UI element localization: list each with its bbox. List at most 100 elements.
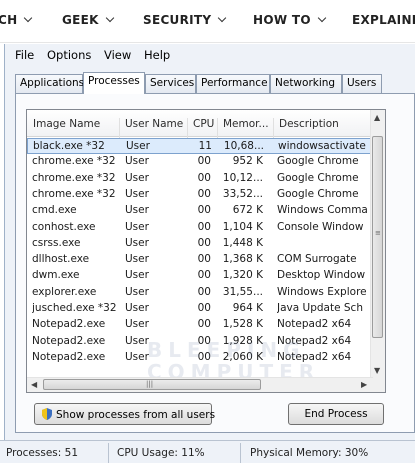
cell-memory: 1,104 K xyxy=(222,220,263,233)
cell-image-name: chrome.exe *32 xyxy=(32,155,116,168)
nav-item-geek[interactable]: GEEK xyxy=(62,13,114,27)
nav-label: HOW TO xyxy=(253,13,311,27)
col-image-name[interactable]: Image Name xyxy=(33,118,100,130)
cell-memory: 1,368 K xyxy=(222,253,263,266)
cell-cpu: 00 xyxy=(197,204,211,217)
table-row[interactable]: chrome.exe *32 User 00 952 K Google Chrome xyxy=(27,154,373,170)
horizontal-scrollbar[interactable]: ◀ ||| ▶ xyxy=(27,377,373,392)
cell-cpu: 00 xyxy=(197,187,211,200)
cell-user-name: User xyxy=(126,140,150,152)
cell-cpu: 00 xyxy=(197,155,211,168)
cell-user-name: User xyxy=(125,220,149,233)
col-memory[interactable]: Memor... xyxy=(223,118,269,130)
tab-performance[interactable]: Performance xyxy=(196,74,270,93)
menu-options[interactable]: Options xyxy=(47,48,91,62)
menu-view[interactable]: View xyxy=(104,48,131,62)
cell-description: Notepad2 x64 xyxy=(277,318,352,331)
scroll-up-icon[interactable]: ▲ xyxy=(374,113,380,122)
cell-image-name: black.exe *32 xyxy=(33,140,105,152)
cell-user-name: User xyxy=(125,285,149,298)
cell-description: Google Chrome xyxy=(277,187,359,200)
cell-image-name: conhost.exe xyxy=(32,220,96,233)
vertical-scrollbar[interactable]: ▲ ≡ ▼ xyxy=(370,110,385,378)
chevron-down-icon xyxy=(317,13,327,23)
status-memory: Physical Memory: 30% xyxy=(250,447,369,459)
status-bar: Processes: 51 CPU Usage: 11% Physical Me… xyxy=(0,440,415,463)
show-all-users-button[interactable]: Show processes from all users xyxy=(34,403,216,425)
tab-applications[interactable]: Applications xyxy=(15,74,84,93)
cell-memory: 33,52... xyxy=(222,187,263,200)
status-processes: Processes: 51 xyxy=(6,447,78,459)
cell-user-name: User xyxy=(125,253,149,266)
cell-cpu: 00 xyxy=(197,285,211,298)
tab-users[interactable]: Users xyxy=(342,74,382,93)
status-cpu: CPU Usage: 11% xyxy=(117,447,205,459)
cell-description: Desktop Window xyxy=(277,269,366,282)
col-cpu[interactable]: CPU xyxy=(193,118,214,130)
end-process-label: End Process xyxy=(304,408,368,420)
vertical-scroll-thumb[interactable]: ≡ xyxy=(372,136,383,338)
col-description[interactable]: Description xyxy=(279,118,339,130)
menu-bar: File Options View Help xyxy=(5,46,415,64)
cell-image-name: csrss.exe xyxy=(32,236,81,249)
table-row[interactable]: jusched.exe *32 User 00 964 K Java Update Sc… xyxy=(27,301,373,317)
table-row[interactable]: black.exe *32 User 11 10,68... windowsactiva… xyxy=(27,138,373,154)
grip-icon: ||| xyxy=(146,380,154,388)
cell-cpu: 00 xyxy=(197,318,211,331)
process-list[interactable]: Image Name User Name CPU Memor... Descri… xyxy=(26,109,386,393)
tab-services[interactable]: Services xyxy=(145,74,196,93)
table-row[interactable]: dllhost.exe User 00 1,368 K COM Surrogate xyxy=(27,252,373,268)
cell-description: Google Chrome xyxy=(277,155,359,168)
cell-description: Google Chrome xyxy=(277,171,359,184)
cell-user-name: User xyxy=(125,269,149,282)
cell-memory: 672 K xyxy=(232,204,263,217)
watermark-line-1: BLEEPING xyxy=(147,338,306,362)
chevron-down-icon xyxy=(24,13,33,23)
cell-memory: 10,12... xyxy=(222,171,263,184)
table-row[interactable]: chrome.exe *32 User 00 10,12... Google Chrom… xyxy=(27,171,373,187)
nav-label: EXPLAINI xyxy=(352,13,415,27)
cell-cpu: 00 xyxy=(197,220,211,233)
cell-image-name: chrome.exe *32 xyxy=(32,171,116,184)
end-process-button[interactable]: End Process xyxy=(288,403,384,425)
cell-cpu: 00 xyxy=(197,253,211,266)
nav-item-ch[interactable]: CH xyxy=(0,13,33,27)
tab-networking[interactable]: Networking xyxy=(270,74,342,93)
cell-memory: 31,55... xyxy=(222,285,263,298)
table-row[interactable]: csrss.exe User 00 1,448 K xyxy=(27,236,373,252)
scroll-left-icon[interactable]: ◀ xyxy=(31,380,37,389)
cell-image-name: Notepad2.exe xyxy=(32,318,106,331)
table-row[interactable]: dwm.exe User 00 1,320 K Desktop Window xyxy=(27,268,373,284)
table-row[interactable]: chrome.exe *32 User 00 33,52... Google Chrom… xyxy=(27,187,373,203)
cell-memory: 964 K xyxy=(232,302,263,314)
tab-processes[interactable]: Processes xyxy=(83,72,145,94)
col-user-name[interactable]: User Name xyxy=(125,118,183,130)
cell-memory: 1,448 K xyxy=(222,236,263,249)
chevron-down-icon xyxy=(105,13,114,23)
scroll-corner xyxy=(371,378,385,392)
table-row[interactable]: cmd.exe User 00 672 K Windows Comma xyxy=(27,203,373,219)
nav-item-security[interactable]: SECURITY xyxy=(143,13,227,27)
table-row[interactable]: explorer.exe User 00 31,55... Windows Explor… xyxy=(27,285,373,301)
show-all-users-label: Show processes from all users xyxy=(56,409,216,421)
cell-user-name: User xyxy=(125,155,149,168)
scroll-right-icon[interactable]: ▶ xyxy=(361,380,367,389)
cell-description: windowsactivate xyxy=(278,140,366,152)
cell-description: Windows Comma xyxy=(277,204,368,217)
nav-label: CH xyxy=(0,13,18,27)
horizontal-scroll-thumb[interactable]: ||| xyxy=(43,379,261,390)
cell-cpu: 11 xyxy=(198,140,212,152)
menu-help[interactable]: Help xyxy=(144,48,170,62)
table-row[interactable]: conhost.exe User 00 1,104 K Console Window xyxy=(27,220,373,236)
menu-file[interactable]: File xyxy=(15,48,34,62)
scroll-down-icon[interactable]: ▼ xyxy=(374,366,380,375)
cell-user-name: User xyxy=(125,318,149,331)
cell-cpu: 00 xyxy=(197,302,211,314)
cell-user-name: User xyxy=(125,236,149,249)
nav-item-explain[interactable]: EXPLAINI xyxy=(352,13,415,27)
site-nav: CH GEEK SECURITY HOW TO EXPLAINI xyxy=(0,0,415,43)
cell-user-name: User xyxy=(125,302,149,314)
cell-cpu: 00 xyxy=(197,171,211,184)
nav-item-howto[interactable]: HOW TO xyxy=(253,13,327,27)
table-row[interactable]: Notepad2.exe User 00 1,528 K Notepad2 x64 xyxy=(27,317,373,333)
